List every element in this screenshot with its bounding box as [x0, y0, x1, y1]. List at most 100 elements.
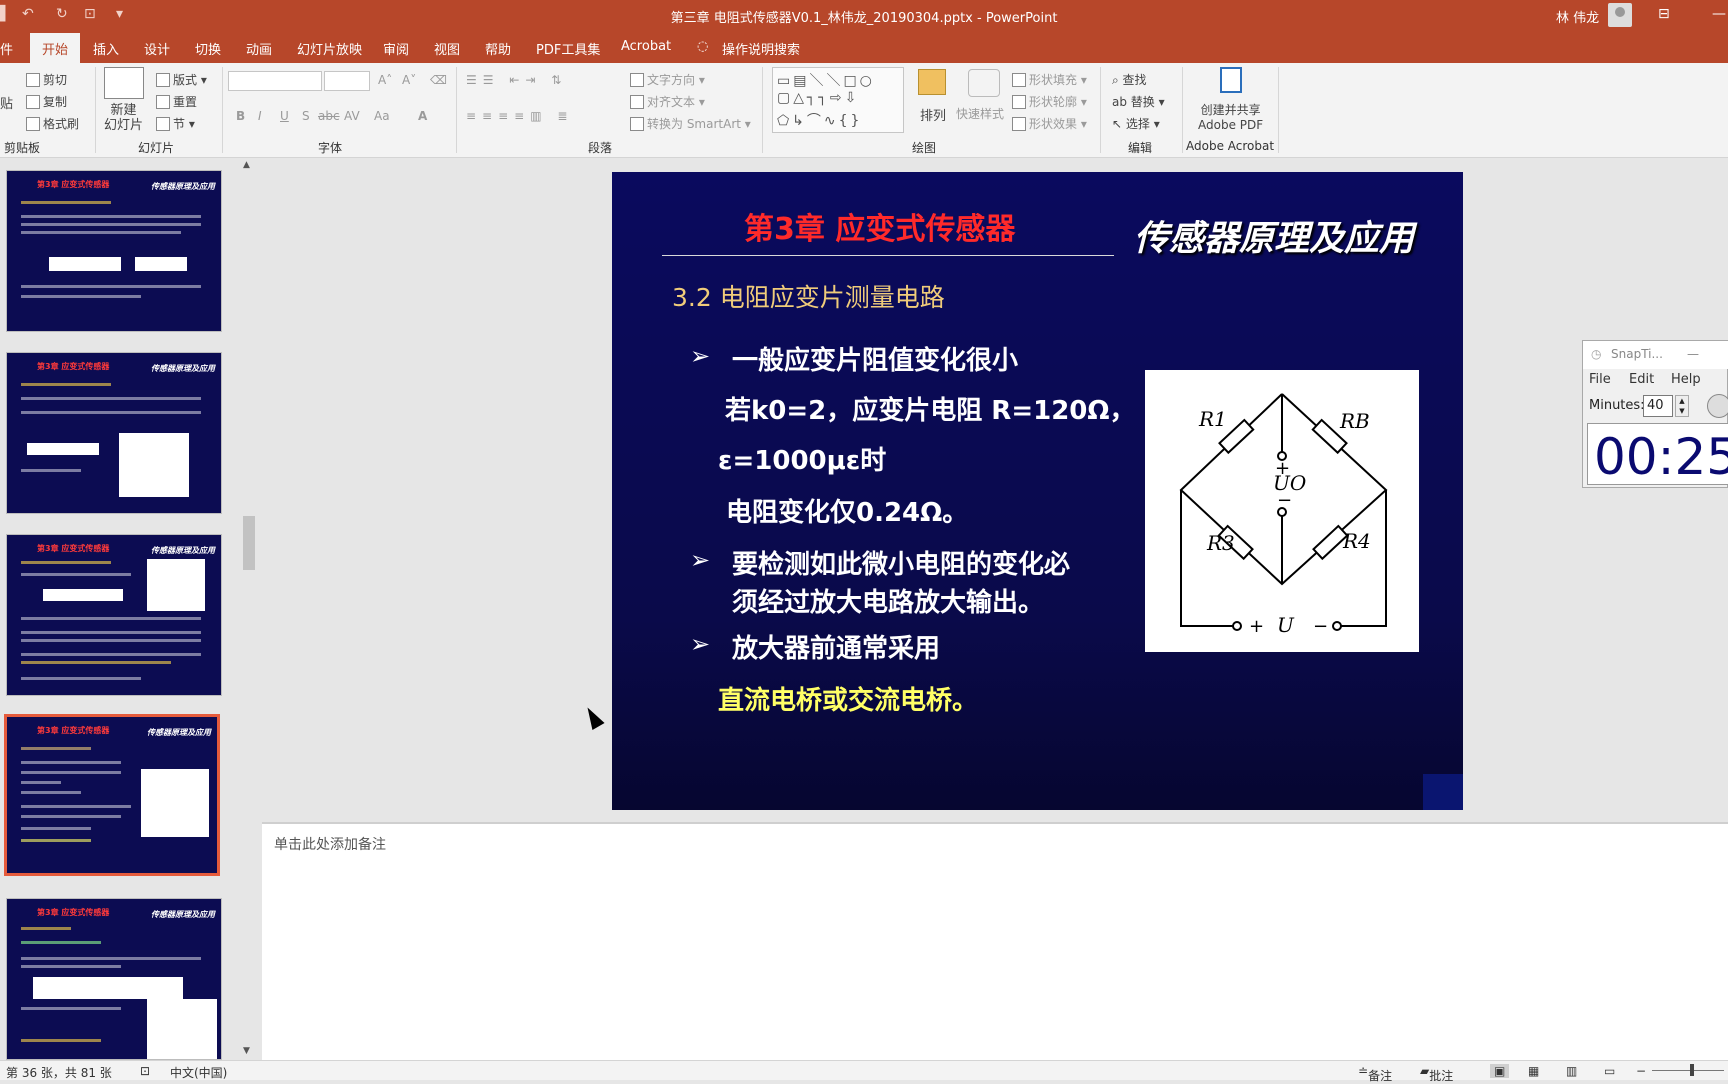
arrange-icon[interactable] [918, 69, 946, 95]
body-line-7[interactable]: 直流电桥或交流电桥。 [718, 680, 978, 717]
paste-button[interactable]: 贴 [0, 93, 13, 112]
tab-design[interactable]: 设计 [144, 39, 170, 58]
current-slide[interactable]: 第3章 应变式传感器 传感器原理及应用 3.2 电阻应变片测量电路 ➢ 一般应变… [612, 172, 1463, 810]
text-direction-button[interactable]: 文字方向 ▾ [630, 71, 705, 88]
slide-sorter-icon[interactable]: ▦ [1528, 1064, 1539, 1078]
scroll-up-icon[interactable]: ▲ [243, 160, 250, 170]
normal-view-icon[interactable]: ▣ [1490, 1064, 1510, 1078]
tab-home[interactable]: 开始 [30, 33, 81, 63]
find-button[interactable]: ⌕ 查找 [1112, 71, 1147, 88]
slide-thumbnail-33[interactable]: 第3章 应变式传感器 传感器原理及应用 [6, 170, 222, 332]
body-line-4[interactable]: 电阻变化仅0.24Ω。 [726, 492, 968, 529]
shape-fill-button[interactable]: 形状填充 ▾ [1012, 71, 1087, 88]
pause-button[interactable] [1707, 394, 1728, 418]
shrink-font-icon[interactable]: A˅ [402, 73, 416, 87]
tab-acrobat[interactable]: Acrobat [621, 39, 671, 54]
align-buttons[interactable]: ≡≡≡≡▥ ≣ [466, 109, 573, 123]
font-color-button[interactable]: A [418, 109, 427, 123]
change-case-button[interactable]: Aa [374, 109, 390, 123]
shapes-gallery[interactable]: ▭▤＼＼□○ ▢△┐┐⇨⇩ ⬠↳⌒∿{} [772, 67, 904, 133]
bullet-1-text[interactable]: 一般应变片阻值变化很小 [732, 340, 1018, 377]
cut-button[interactable]: 剪切 [26, 71, 67, 88]
reset-button[interactable]: 重置 [156, 93, 197, 110]
ribbon-display-icon[interactable]: ⊟ [1658, 6, 1670, 22]
tab-slideshow[interactable]: 幻灯片放映 [297, 39, 362, 58]
tab-pdf-tools[interactable]: PDF工具集 [536, 39, 600, 58]
tab-help[interactable]: 帮助 [485, 39, 511, 58]
spelling-icon[interactable]: ⊡ [140, 1064, 150, 1078]
notes-toggle-button[interactable]: ≐ 备注 [1358, 1064, 1392, 1083]
menu-edit[interactable]: Edit [1629, 372, 1654, 387]
body-line-2[interactable]: 若k0=2，应变片电阻 R=120Ω， [725, 390, 1136, 427]
zoom-slider-thumb[interactable] [1690, 1064, 1694, 1076]
layout-button[interactable]: 版式 ▾ [156, 71, 207, 88]
clear-format-icon[interactable]: ⌫ [430, 73, 447, 87]
replace-button[interactable]: ab 替换 ▾ [1112, 93, 1165, 110]
tab-insert[interactable]: 插入 [93, 39, 119, 58]
thumbnail-scrollbar[interactable]: ▲ ▼ [241, 160, 257, 1060]
char-spacing-button[interactable]: AV [344, 109, 360, 123]
list-buttons[interactable]: ☰☰ ⇤⇥ ⇅ [466, 73, 567, 87]
pdf-share-icon[interactable] [1220, 67, 1242, 93]
bullet-2-text-a[interactable]: 要检测如此微小电阻的变化必 [732, 544, 1070, 581]
quick-styles-icon[interactable] [968, 69, 1000, 97]
arrange-button[interactable]: 排列 [920, 105, 946, 124]
scroll-down-icon[interactable]: ▼ [243, 1046, 250, 1056]
slide-title[interactable]: 第3章 应变式传感器 [744, 204, 1015, 248]
font-name-combo[interactable] [228, 71, 322, 91]
slide-thumbnail-34[interactable]: 第3章 应变式传感器 传感器原理及应用 [6, 352, 222, 514]
menu-file[interactable]: File [1589, 372, 1611, 387]
bridge-circuit-diagram[interactable]: R1 RB R3 R4 UO U + − + − [1145, 370, 1419, 652]
minutes-spinner[interactable]: ▲ ▼ [1675, 395, 1689, 417]
snaptimer-window[interactable]: ◷ SnapTi... — File Edit Help Minutes: 40… [1582, 340, 1728, 488]
slide-thumbnail-37[interactable]: 第3章 应变式传感器 传感器原理及应用 [6, 898, 222, 1060]
tell-me-search[interactable]: 操作说明搜索 [722, 39, 800, 58]
shadow-button[interactable]: S [302, 109, 310, 123]
select-button[interactable]: ↖ 选择 ▾ [1112, 115, 1160, 132]
tab-review[interactable]: 审阅 [383, 39, 409, 58]
underline-button[interactable]: U [280, 109, 289, 123]
slide-thumbnail-36-selected[interactable]: 第3章 应变式传感器 传感器原理及应用 [4, 714, 220, 876]
menu-help[interactable]: Help [1671, 372, 1701, 387]
minimize-icon[interactable]: — [1712, 6, 1726, 22]
strikethrough-button[interactable]: abc [318, 109, 340, 123]
grow-font-icon[interactable]: A˄ [378, 73, 392, 87]
quick-styles-button[interactable]: 快速样式 [956, 105, 1004, 122]
font-size-combo[interactable] [324, 71, 370, 91]
new-slide-icon[interactable] [104, 67, 144, 99]
section-heading[interactable]: 3.2 电阻应变片测量电路 [672, 278, 945, 314]
italic-button[interactable]: I [258, 109, 262, 123]
bullet-3-text[interactable]: 放大器前通常采用 [732, 628, 940, 665]
create-share-pdf-button[interactable]: 创建并共享 Adobe PDF [1198, 103, 1263, 133]
reading-view-icon[interactable]: ▥ [1566, 1064, 1577, 1078]
language-indicator[interactable]: 中文(中国) [170, 1064, 227, 1081]
user-name[interactable]: 林 伟龙 [1556, 7, 1599, 26]
tab-transitions[interactable]: 切换 [195, 39, 221, 58]
tab-file[interactable]: 件 [0, 39, 13, 58]
comments-button[interactable]: ▰ 批注 [1420, 1064, 1453, 1083]
snaptimer-titlebar[interactable]: ◷ SnapTi... — [1583, 341, 1728, 369]
tab-animations[interactable]: 动画 [246, 39, 272, 58]
scrollbar-thumb[interactable] [243, 516, 255, 570]
slide-subtitle[interactable]: 传感器原理及应用 [1134, 210, 1414, 261]
shape-effects-button[interactable]: 形状效果 ▾ [1012, 115, 1087, 132]
notes-placeholder[interactable]: 单击此处添加备注 [274, 834, 386, 854]
minutes-input[interactable]: 40 [1643, 395, 1673, 417]
notes-pane[interactable]: 单击此处添加备注 [262, 824, 1728, 1060]
minimize-icon[interactable]: — [1687, 347, 1699, 361]
zoom-out-icon[interactable]: − [1636, 1064, 1646, 1078]
body-line-3[interactable]: ε=1000με时 [718, 440, 886, 477]
smartart-button[interactable]: 转换为 SmartArt ▾ [630, 115, 751, 132]
tab-view[interactable]: 视图 [434, 39, 460, 58]
audio-speaker-icon[interactable] [1423, 774, 1463, 810]
new-slide-button[interactable]: 新建 幻灯片 [104, 103, 143, 133]
bold-button[interactable]: B [236, 109, 245, 123]
format-painter-button[interactable]: 格式刷 [26, 115, 79, 132]
slide-thumbnail-35[interactable]: 第3章 应变式传感器 传感器原理及应用 [6, 534, 222, 696]
align-text-button[interactable]: 对齐文本 ▾ [630, 93, 705, 110]
shape-outline-button[interactable]: 形状轮廓 ▾ [1012, 93, 1087, 110]
slideshow-icon[interactable]: ▭ [1604, 1064, 1615, 1078]
avatar[interactable] [1608, 3, 1632, 27]
bullet-2-text-b[interactable]: 须经过放大电路放大输出。 [732, 582, 1044, 619]
copy-button[interactable]: 复制 [26, 93, 67, 110]
